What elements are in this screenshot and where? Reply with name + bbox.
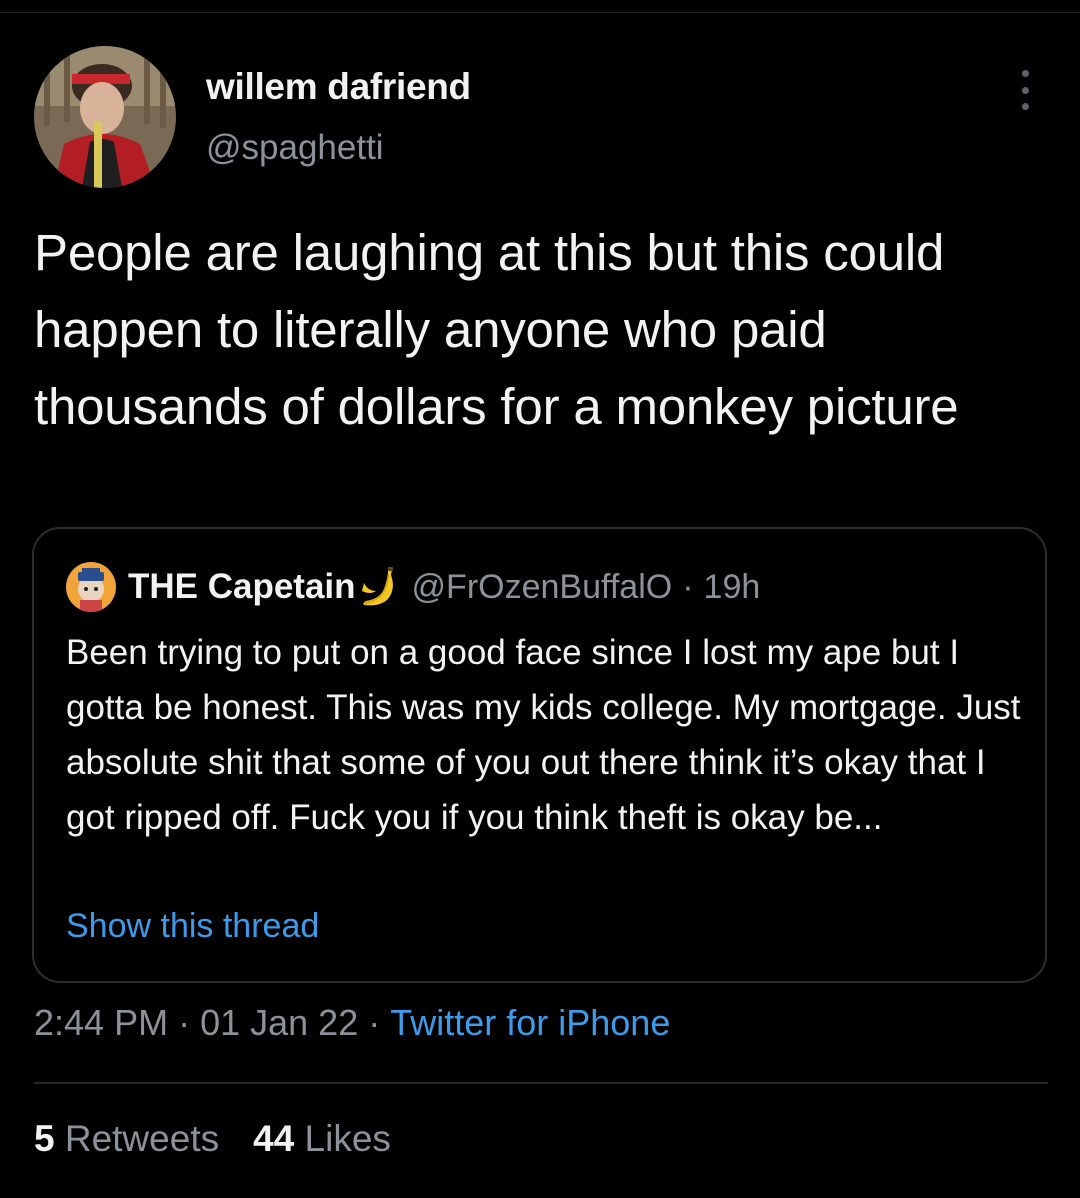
quoted-tweet-header: THE Capetain @FrOzenBuffalO · 19h xyxy=(66,562,761,612)
likes-count: 44 xyxy=(253,1118,295,1159)
quoted-author-avatar[interactable] xyxy=(66,562,116,612)
banana-icon xyxy=(361,567,393,606)
author-display-name[interactable]: willem dafriend xyxy=(206,66,471,108)
top-divider xyxy=(0,12,1080,13)
more-dot xyxy=(1021,86,1029,94)
author-handle[interactable]: @spaghetti xyxy=(206,128,384,168)
stats-divider xyxy=(34,1082,1048,1084)
profile-photo-icon xyxy=(34,46,176,188)
tweet-time[interactable]: 2:44 PM xyxy=(34,1002,168,1043)
likes-stat[interactable]: 44 Likes xyxy=(253,1118,391,1159)
likes-label: Likes xyxy=(304,1118,391,1159)
separator-dot: · xyxy=(178,1002,191,1043)
author-avatar[interactable] xyxy=(34,46,176,188)
quoted-author-handle[interactable]: @FrOzenBuffalO xyxy=(412,568,673,607)
more-vertical-icon[interactable] xyxy=(1010,70,1040,110)
more-dot xyxy=(1021,70,1029,77)
quoted-tweet-time[interactable]: 19h xyxy=(704,568,761,607)
show-thread-link[interactable]: Show this thread xyxy=(66,907,319,946)
tweet-text: People are laughing at this but this cou… xyxy=(34,224,959,435)
quoted-author-name[interactable]: THE Capetain xyxy=(128,567,356,607)
quoted-tweet-text: Been trying to put on a good face since … xyxy=(66,633,1021,837)
tweet-source-link[interactable]: Twitter for iPhone xyxy=(390,1002,670,1043)
quoted-tweet-card[interactable]: THE Capetain @FrOzenBuffalO · 19h Been t… xyxy=(32,527,1047,983)
retweets-stat[interactable]: 5 Retweets xyxy=(34,1118,219,1159)
separator-dot: · xyxy=(682,567,694,606)
tweet-meta: 2:44 PM · 01 Jan 22 · Twitter for iPhone xyxy=(34,1002,670,1044)
retweets-label: Retweets xyxy=(64,1118,220,1159)
profile-photo-icon xyxy=(66,562,116,612)
more-dot xyxy=(1021,103,1029,110)
separator-dot: · xyxy=(368,1002,381,1043)
tweet-stats: 5 Retweets 44 Likes xyxy=(34,1118,391,1160)
retweets-count: 5 xyxy=(34,1118,55,1159)
tweet-date[interactable]: 01 Jan 22 xyxy=(200,1002,358,1043)
